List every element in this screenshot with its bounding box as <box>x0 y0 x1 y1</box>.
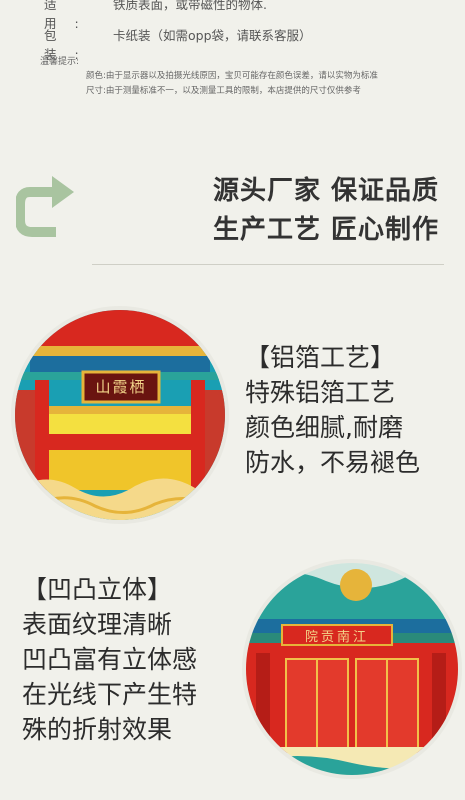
plaque-text: 院贡南江 <box>304 630 369 645</box>
foil-magnet-image: 山霞栖 <box>15 310 225 520</box>
tip-color-note: 颜色:由于显示器以及拍摄光线原因，宝贝可能存在颜色误差，请以实物为标准 <box>86 71 378 81</box>
feature-foil-text: 【铝箔工艺】 特殊铝箔工艺 颜色细腻,耐磨 防水，不易褪色 <box>245 340 420 480</box>
feature-relief-title: 【凹凸立体】 <box>22 575 173 604</box>
feature-relief-line-4: 殊的折射效果 <box>22 715 173 744</box>
relief-magnet-image: 院贡南江 <box>246 563 458 775</box>
tip-size-note: 尺寸:由于测量标准不一，以及测量工具的限制，本店提供的尺寸仅供参考 <box>86 86 361 96</box>
divider <box>92 264 444 265</box>
feature-relief-line-2: 凹凸富有立体感 <box>22 645 198 674</box>
feature-relief-text: 【凹凸立体】 表面纹理清晰 凹凸富有立体感 在光线下产生特 殊的折射效果 <box>22 572 197 747</box>
feature-foil-line-1: 特殊铝箔工艺 <box>245 378 396 407</box>
feature-foil-line-3: 防水，不易褪色 <box>245 448 421 477</box>
plaque-text: 山霞栖 <box>95 378 147 396</box>
feature-foil-title: 【铝箔工艺】 <box>245 343 396 372</box>
slogan-line-2: 生产工艺 匠心制作 <box>213 215 440 245</box>
slogan-line-1: 源头厂家 保证品质 <box>213 176 440 206</box>
u-turn-arrow-icon <box>15 174 78 242</box>
feature-foil-line-2: 颜色细腻,耐磨 <box>245 413 403 442</box>
tips-title: 温馨提示: <box>40 57 80 67</box>
feature-relief-line-1: 表面纹理清晰 <box>22 610 173 639</box>
spec-value-pack: 卡纸装（如需opp袋，请联系客服） <box>113 28 312 43</box>
feature-relief-line-3: 在光线下产生特 <box>22 680 198 709</box>
spec-value-use: 铁质表面，或带磁性的物体. <box>113 0 267 12</box>
